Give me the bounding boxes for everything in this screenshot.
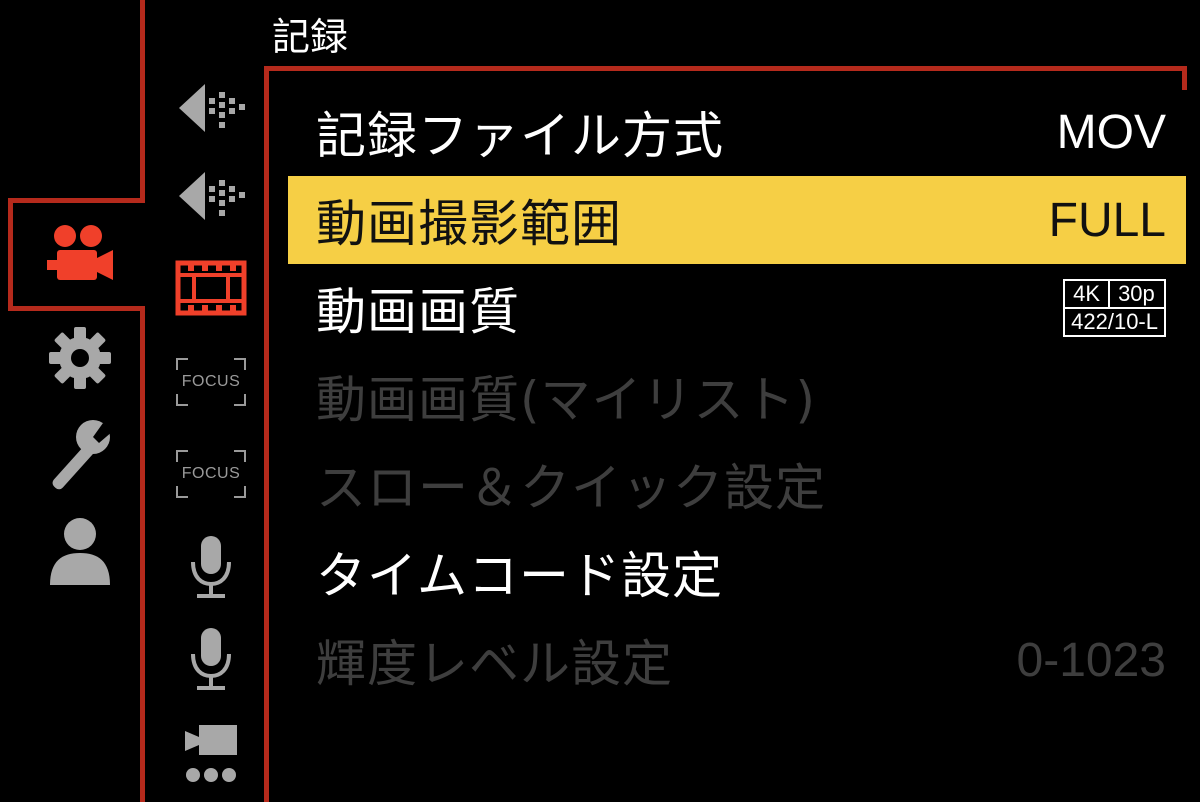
focus-label: FOCUS: [181, 465, 241, 482]
menu-item-recording-area[interactable]: 動画撮影範囲 FULL: [288, 176, 1186, 264]
tab-image-format-2[interactable]: [166, 158, 256, 234]
frame-line: [8, 198, 145, 203]
menu-item-slow-quick-setting: スロー＆クイック設定: [288, 440, 1186, 528]
page-title: 記録: [272, 15, 349, 59]
menu-item-label: タイムコード設定: [316, 547, 723, 605]
microphone-icon: [191, 536, 231, 598]
rec-quality-resolution: 4K: [1065, 281, 1111, 307]
tab-image-format-1[interactable]: [166, 70, 256, 146]
menu-item-rec-quality[interactable]: 動画画質 4K 30p 422/10-L: [288, 264, 1186, 352]
menu-item-value: 0-1023: [1016, 633, 1166, 687]
focus-icon: FOCUS: [176, 450, 246, 498]
menu-item-time-code[interactable]: タイムコード設定: [288, 528, 1186, 616]
menu-item-label: スロー＆クイック設定: [316, 459, 826, 517]
frame-line: [264, 66, 269, 802]
menu-item-label: 動画画質(マイリスト): [316, 371, 817, 429]
category-custom[interactable]: [40, 318, 120, 398]
menu-item-label: 動画画質: [316, 283, 520, 341]
category-setup[interactable]: [40, 414, 120, 494]
focus-icon: FOCUS: [176, 358, 246, 406]
frame-line: [1182, 66, 1187, 90]
menu-item-luminance-level: 輝度レベル設定 0-1023: [288, 616, 1186, 704]
rec-quality-badge: 4K 30p 422/10-L: [1063, 279, 1166, 337]
dotted-arrow-icon: [179, 172, 245, 220]
menu-item-value: MOV: [1056, 105, 1166, 159]
tab-video-other[interactable]: [166, 712, 256, 792]
menu-item-label: 輝度レベル設定: [316, 635, 673, 693]
menu-item-value: FULL: [1048, 193, 1166, 247]
film-strip-icon: [175, 260, 247, 316]
menu-item-label: 記録ファイル方式: [316, 107, 724, 165]
frame-line: [264, 66, 1186, 71]
rec-quality-codec: 422/10-L: [1071, 309, 1158, 334]
menu-item-rec-quality-my-list: 動画画質(マイリスト): [288, 352, 1186, 440]
gear-icon: [49, 327, 111, 389]
tab-focus-1[interactable]: FOCUS: [166, 344, 256, 420]
rec-quality-frame-rate: 30p: [1118, 281, 1155, 306]
tab-audio-2[interactable]: [166, 622, 256, 698]
category-my-menu[interactable]: [40, 510, 120, 590]
category-creative-video[interactable]: [40, 216, 120, 296]
user-icon: [50, 518, 110, 585]
focus-label: FOCUS: [181, 373, 241, 390]
tab-audio-1[interactable]: [166, 530, 256, 606]
tab-focus-2[interactable]: FOCUS: [166, 436, 256, 512]
frame-line: [8, 198, 13, 310]
frame-line: [8, 306, 145, 311]
menu-item-label: 動画撮影範囲: [316, 195, 622, 253]
microphone-icon: [191, 628, 231, 690]
frame-line: [140, 306, 145, 802]
tab-recording[interactable]: [166, 250, 256, 326]
video-more-icon: [185, 725, 237, 782]
wrench-icon: [52, 420, 113, 490]
dotted-arrow-icon: [179, 84, 245, 132]
frame-line: [140, 0, 145, 202]
movie-camera-icon: [47, 225, 113, 280]
menu-item-recording-file-format[interactable]: 記録ファイル方式 MOV: [288, 88, 1186, 176]
